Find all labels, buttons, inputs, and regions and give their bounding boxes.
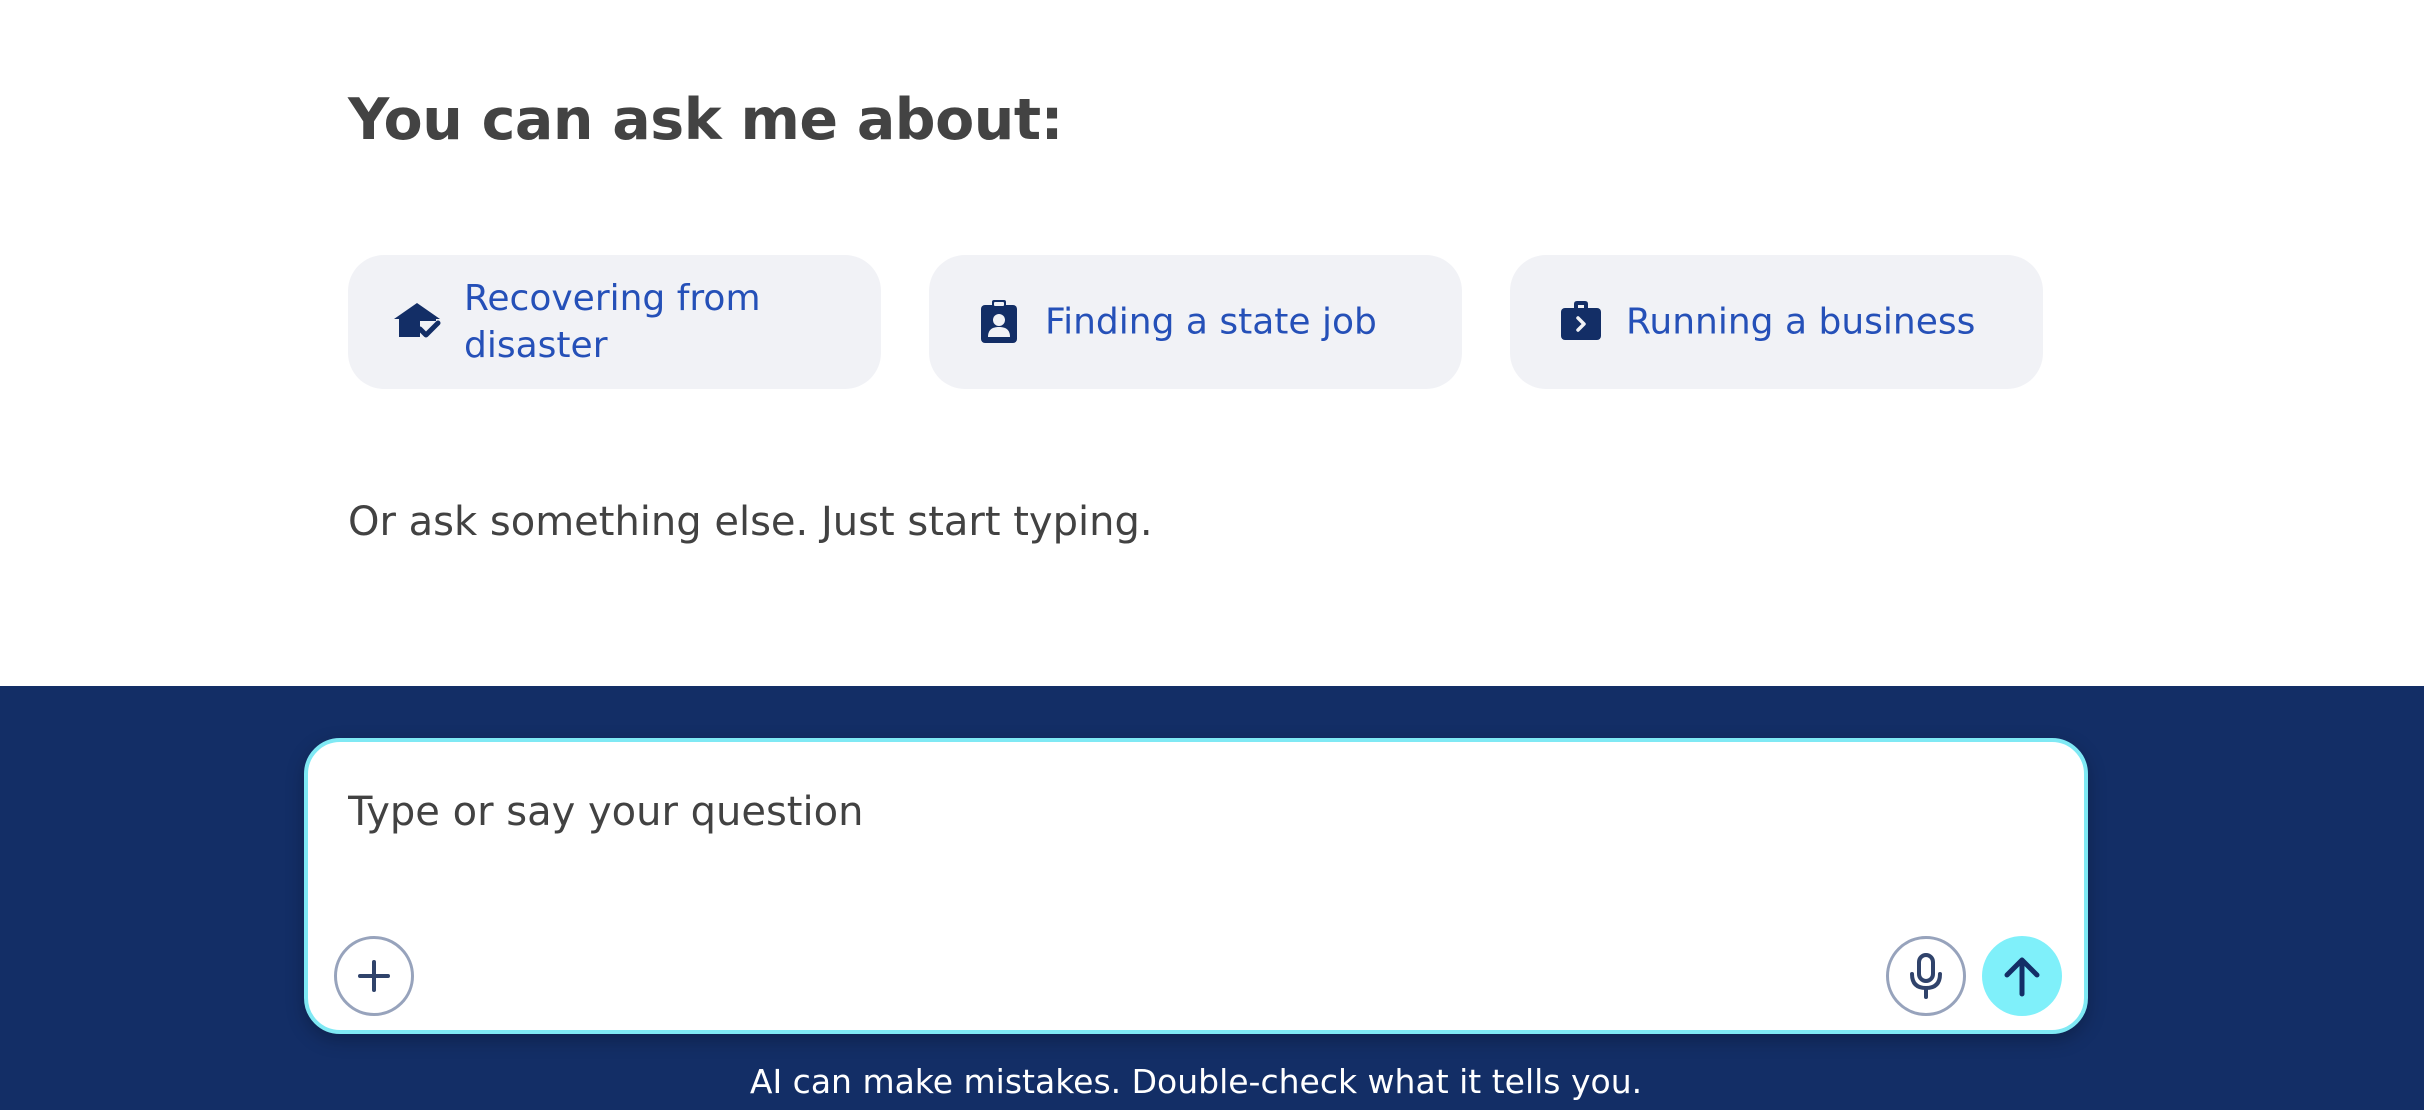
plus-icon [358, 960, 390, 992]
suggestion-finding-a-state-job[interactable]: Finding a state job [929, 255, 1462, 389]
page-title: You can ask me about: [348, 87, 1063, 153]
question-composer[interactable] [304, 738, 2088, 1034]
suggestion-label: Recovering from disaster [464, 278, 761, 366]
question-input[interactable] [348, 782, 1948, 842]
send-button[interactable] [1982, 936, 2062, 1016]
suggestion-recovering-from-disaster[interactable]: Recovering from disaster [348, 255, 881, 389]
ai-disclaimer: AI can make mistakes. Double-check what … [749, 1062, 1643, 1101]
voice-input-button[interactable] [1886, 936, 1966, 1016]
suggestion-running-a-business[interactable]: Running a business [1510, 255, 2043, 389]
microphone-icon [1910, 953, 1942, 999]
suggestion-label: Running a business [1626, 301, 1976, 343]
add-attachment-button[interactable] [334, 936, 414, 1016]
suggestions-panel: You can ask me about: Recovering from di… [0, 0, 2424, 686]
arrow-up-icon [2004, 957, 2040, 997]
house-check-icon [394, 303, 441, 338]
ask-anything-hint: Or ask something else. Just start typing… [348, 499, 1153, 545]
briefcase-icon [1561, 301, 1601, 340]
suggestion-label: Finding a state job [1045, 301, 1377, 343]
id-badge-icon [981, 300, 1017, 343]
